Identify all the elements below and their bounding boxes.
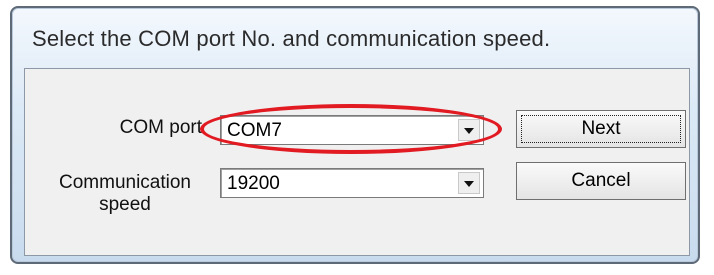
communication-speed-label: Communication speed xyxy=(40,172,210,216)
dialog-instruction-title: Select the COM port No. and communicatio… xyxy=(32,26,551,51)
cancel-button-label: Cancel xyxy=(571,170,631,191)
communication-speed-select[interactable]: 19200 xyxy=(220,168,484,198)
com-port-label: COM port xyxy=(119,117,202,138)
cancel-button[interactable]: Cancel xyxy=(516,162,686,200)
next-button[interactable]: Next xyxy=(516,110,686,148)
next-button-label: Next xyxy=(581,118,621,139)
communication-speed-value: 19200 xyxy=(227,173,280,194)
com-port-select[interactable]: COM7 xyxy=(220,115,484,145)
communication-speed-dropdown-button[interactable] xyxy=(458,172,480,194)
com-port-value: COM7 xyxy=(227,120,282,141)
com-port-dropdown-button[interactable] xyxy=(458,119,480,141)
chevron-down-icon xyxy=(464,128,474,134)
communication-speed-label-line2: speed xyxy=(99,194,151,215)
chevron-down-icon xyxy=(464,181,474,187)
communication-speed-label-line1: Communication xyxy=(59,172,191,193)
